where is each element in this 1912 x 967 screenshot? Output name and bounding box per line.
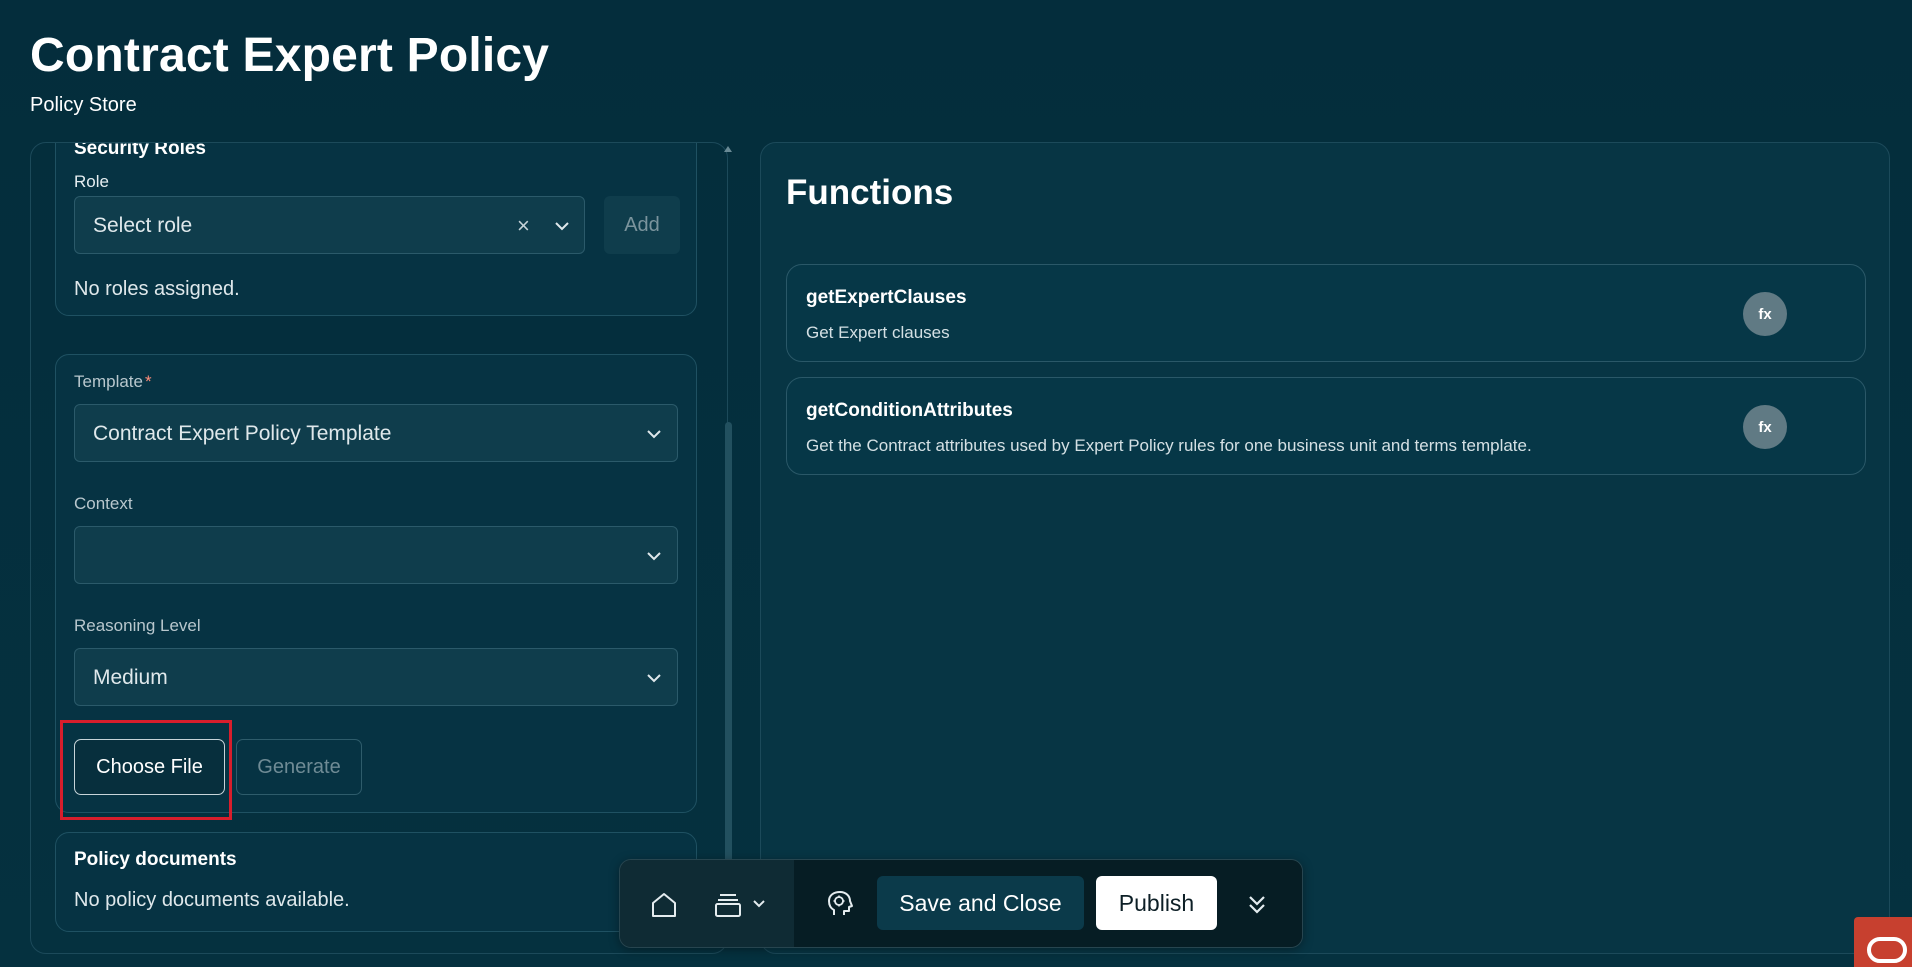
- reasoning-level-label: Reasoning Level: [74, 616, 201, 635]
- scroll-up-arrow-icon[interactable]: [724, 146, 732, 152]
- reasoning-level-select[interactable]: Medium: [74, 648, 678, 706]
- clear-icon[interactable]: ×: [517, 213, 530, 239]
- scroll-thumb[interactable]: [725, 422, 732, 908]
- left-scrollbar[interactable]: [722, 144, 734, 914]
- save-and-close-button[interactable]: Save and Close: [877, 876, 1084, 930]
- chevron-down-icon: [647, 552, 661, 561]
- oracle-logo-button[interactable]: [1854, 917, 1912, 967]
- security-roles-card: Security Roles Role Select role × Add No…: [55, 142, 697, 316]
- function-card[interactable]: getExpertClauses Get Expert clauses fx: [786, 264, 1866, 362]
- function-description: Get the Contract attributes used by Expe…: [806, 436, 1532, 455]
- template-select[interactable]: Contract Expert Policy Template: [74, 404, 678, 462]
- policy-documents-card: Policy documents No policy documents ava…: [55, 832, 697, 932]
- page: Contract Expert Policy Policy Store Secu…: [0, 0, 1912, 967]
- double-chevron-down-icon[interactable]: [1246, 893, 1268, 917]
- function-description: Get Expert clauses: [806, 323, 950, 342]
- context-label: Context: [74, 494, 133, 513]
- stack-icon[interactable]: [714, 891, 742, 919]
- template-settings-card: Template * Contract Expert Policy Templat…: [55, 354, 697, 813]
- add-role-button[interactable]: Add: [604, 196, 680, 254]
- publish-button[interactable]: Publish: [1096, 876, 1217, 930]
- generate-button[interactable]: Generate: [236, 739, 362, 795]
- chevron-down-icon[interactable]: [553, 217, 571, 235]
- context-select[interactable]: [74, 526, 678, 584]
- template-select-value: Contract Expert Policy Template: [93, 422, 392, 445]
- toolbar-nav-group: [620, 860, 794, 947]
- required-marker: *: [144, 372, 152, 391]
- policy-form-panel: Security Roles Role Select role × Add No…: [30, 142, 728, 954]
- choose-file-button[interactable]: Choose File: [74, 739, 225, 795]
- template-label-text: Template: [74, 372, 143, 391]
- chevron-down-icon: [647, 430, 661, 439]
- bottom-toolbar: Save and Close Publish: [619, 859, 1303, 948]
- no-roles-message: No roles assigned.: [74, 278, 240, 300]
- role-select[interactable]: Select role ×: [74, 196, 585, 254]
- assistant-head-icon[interactable]: [825, 889, 855, 919]
- page-subtitle: Policy Store: [30, 94, 137, 116]
- functions-title: Functions: [786, 173, 954, 212]
- function-name: getExpertClauses: [806, 287, 967, 308]
- no-policy-documents-message: No policy documents available.: [74, 889, 350, 911]
- policy-documents-title: Policy documents: [74, 849, 237, 870]
- role-select-placeholder: Select role: [93, 214, 193, 237]
- oracle-logo-icon: [1867, 937, 1907, 963]
- role-label: Role: [74, 172, 109, 191]
- chevron-down-icon: [647, 674, 661, 683]
- page-title: Contract Expert Policy: [30, 29, 550, 82]
- template-label: Template *: [74, 372, 152, 392]
- fx-icon: fx: [1743, 292, 1787, 336]
- security-roles-title: Security Roles: [74, 142, 206, 159]
- chevron-down-icon[interactable]: [752, 898, 766, 910]
- fx-icon: fx: [1743, 405, 1787, 449]
- function-card[interactable]: getConditionAttributes Get the Contract …: [786, 377, 1866, 475]
- reasoning-level-value: Medium: [93, 666, 168, 689]
- function-name: getConditionAttributes: [806, 400, 1013, 421]
- home-icon[interactable]: [650, 892, 678, 918]
- functions-panel: Functions getExpertClauses Get Expert cl…: [760, 142, 1890, 954]
